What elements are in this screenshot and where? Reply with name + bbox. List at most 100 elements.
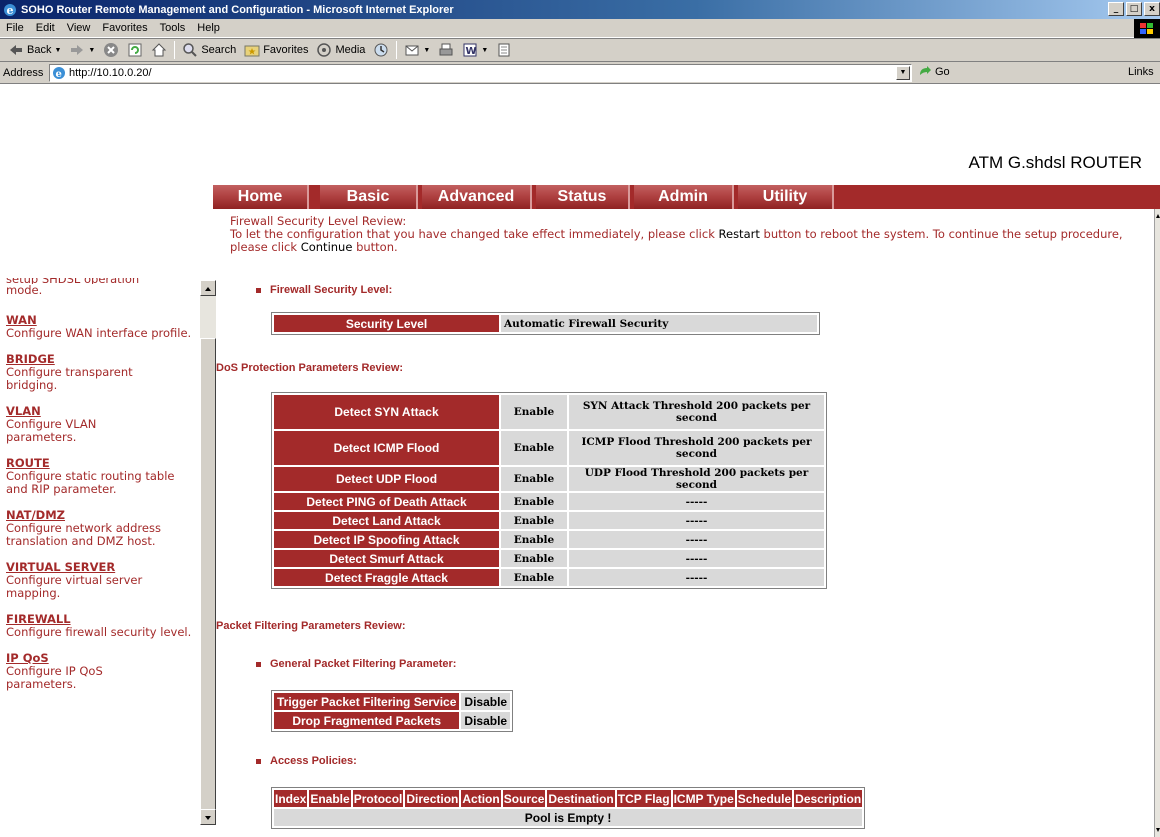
edit-button[interactable]: W ▼ (458, 42, 492, 58)
address-dropdown-icon[interactable]: ▼ (896, 66, 910, 80)
dos-state: Enable (501, 550, 567, 567)
stop-icon (104, 43, 119, 57)
col-protocol: Protocol (352, 790, 404, 807)
media-button[interactable]: Media (312, 42, 369, 58)
back-arrow-icon (10, 45, 22, 55)
sidebar-item-virtual-server: VIRTUAL SERVER Configure virtual server … (6, 561, 196, 600)
dos-name: Detect Land Attack (274, 512, 499, 529)
sidebar-scroll-thumb[interactable] (200, 338, 216, 818)
forward-button[interactable]: ▼ (65, 42, 99, 58)
col-schedule: Schedule (736, 790, 793, 807)
sidebar-scrollbar[interactable] (200, 280, 216, 825)
col-direction: Direction (405, 790, 460, 807)
back-label: Back (27, 44, 52, 56)
dos-detail: ----- (569, 531, 824, 548)
minimize-button[interactable]: _ (1108, 2, 1124, 16)
go-button[interactable]: Go (918, 65, 950, 79)
favorites-folder-icon (244, 45, 260, 57)
go-label: Go (935, 66, 950, 78)
bullet-icon (256, 661, 261, 667)
mail-button[interactable]: ▼ (400, 42, 434, 58)
scroll-up-icon[interactable] (200, 280, 216, 296)
sidebar-item-nat-dmz: NAT/DMZ Configure network address transl… (6, 509, 196, 548)
nav-tab-home[interactable]: Home (213, 185, 309, 209)
stop-button[interactable] (99, 42, 123, 58)
dos-detail: UDP Flood Threshold 200 packets per seco… (569, 467, 824, 491)
access-policies-heading-text: Access Policies: (270, 755, 357, 767)
scroll-up-icon[interactable] (1155, 211, 1160, 221)
table-row: Detect Land Attack Enable ----- (274, 512, 824, 529)
general-filter-heading-text: General Packet Filtering Parameter: (270, 658, 457, 670)
address-label: Address (3, 66, 44, 79)
sidebar-item-ip-qos: IP QoS Configure IP QoS parameters. (6, 652, 196, 691)
svg-text:e: e (56, 69, 62, 80)
table-row: Detect PING of Death Attack Enable ----- (274, 493, 824, 510)
main-scrollbar[interactable] (1154, 209, 1160, 837)
browser-toolbar: Back ▼ ▼ Search Favorites Media ▼ W ▼ (0, 38, 1160, 62)
col-enable: Enable (309, 790, 351, 807)
dos-table: Detect SYN Attack Enable SYN Attack Thre… (271, 392, 827, 589)
address-bar: Address e http://10.10.0.20/ ▼ Go Links (0, 62, 1160, 84)
col-description: Description (794, 790, 863, 807)
intro-body: To let the configuration that you have c… (230, 228, 1140, 254)
filter-param-value: Disable (461, 693, 511, 710)
maximize-button[interactable]: □ (1126, 2, 1142, 16)
history-button[interactable] (369, 42, 393, 58)
sidebar-desc-vlan: Configure VLAN parameters. (6, 417, 97, 444)
table-row: Detect Fraggle Attack Enable ----- (274, 569, 824, 586)
dos-state: Enable (501, 467, 567, 491)
menu-tools[interactable]: Tools (154, 22, 192, 34)
discuss-button[interactable] (492, 42, 516, 58)
menu-edit[interactable]: Edit (30, 22, 61, 34)
menu-favorites[interactable]: Favorites (96, 22, 153, 34)
sidebar-item-route: ROUTE Configure static routing table and… (6, 457, 196, 496)
sidebar-desc-virtual-server: Configure virtual server mapping. (6, 573, 143, 600)
table-row: Detect UDP Flood Enable UDP Flood Thresh… (274, 467, 824, 491)
search-button[interactable]: Search (178, 42, 240, 58)
chevron-down-icon: ▼ (88, 46, 96, 54)
media-icon (317, 43, 332, 57)
nav-tab-utility[interactable]: Utility (738, 185, 834, 209)
windows-logo-icon (1134, 19, 1160, 38)
filter-param-name: Trigger Packet Filtering Service (274, 693, 460, 710)
ie-icon: e (4, 3, 16, 17)
dos-state: Enable (501, 512, 567, 529)
print-button[interactable] (434, 42, 458, 58)
home-button[interactable] (147, 42, 171, 58)
dos-name: Detect Fraggle Attack (274, 569, 499, 586)
main-nav: Home Basic Advanced Status Admin Utility (213, 185, 1160, 209)
sidebar-desc-ip-qos: Configure IP QoS parameters. (6, 664, 103, 691)
nav-tab-advanced[interactable]: Advanced (422, 185, 532, 209)
table-row: Detect SYN Attack Enable SYN Attack Thre… (274, 395, 824, 429)
table-row: Detect IP Spoofing Attack Enable ----- (274, 531, 824, 548)
bullet-icon (256, 287, 261, 293)
menu-file[interactable]: File (0, 22, 30, 34)
links-button[interactable]: Links (1128, 66, 1154, 78)
table-row: Pool is Empty ! (274, 809, 863, 826)
close-button[interactable]: x (1144, 2, 1160, 16)
sidebar-desc-nat-dmz: Configure network address translation an… (6, 521, 161, 548)
scroll-down-icon[interactable] (200, 809, 216, 825)
address-input[interactable]: e http://10.10.0.20/ ▼ (49, 64, 912, 82)
scroll-down-icon[interactable] (1155, 825, 1160, 835)
filter-param-name: Drop Fragmented Packets (274, 712, 460, 729)
sidebar-item-bridge: BRIDGE Configure transparent bridging. (6, 353, 196, 392)
refresh-button[interactable] (123, 42, 147, 58)
favorites-button[interactable]: Favorites (240, 42, 312, 58)
intro-part-c: button. (352, 240, 398, 254)
media-label: Media (335, 44, 366, 56)
dos-detail: ----- (569, 550, 824, 567)
sidebar-item-vlan: VLAN Configure VLAN parameters. (6, 405, 196, 444)
nav-tab-admin[interactable]: Admin (634, 185, 734, 209)
sidebar-desc-wan: Configure WAN interface profile. (6, 326, 192, 340)
table-row: Detect Smurf Attack Enable ----- (274, 550, 824, 567)
packet-heading: Packet Filtering Parameters Review: (216, 620, 406, 632)
menu-help[interactable]: Help (191, 22, 226, 34)
back-button[interactable]: Back ▼ (4, 42, 65, 58)
nav-tab-status[interactable]: Status (536, 185, 630, 209)
col-icmp-type: ICMP Type (672, 790, 735, 807)
nav-tab-basic[interactable]: Basic (320, 185, 418, 209)
dos-name: Detect Smurf Attack (274, 550, 499, 567)
toolbar-separator (396, 41, 398, 59)
menu-view[interactable]: View (61, 22, 97, 34)
